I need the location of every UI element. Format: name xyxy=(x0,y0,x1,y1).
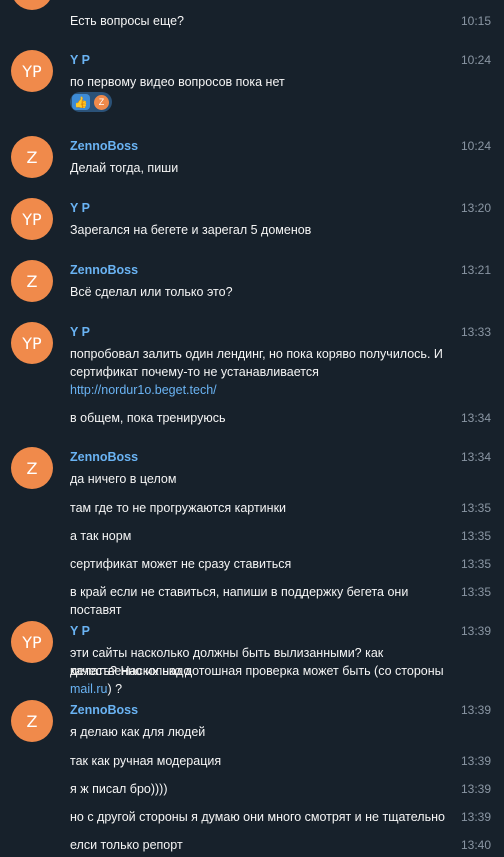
reaction-badge[interactable]: 👍 Z xyxy=(70,92,112,112)
avatar[interactable]: YP xyxy=(11,198,53,240)
message-time: 13:20 xyxy=(460,201,491,215)
message-text: там где то не прогружаются картинки xyxy=(70,501,287,515)
message-link[interactable]: http://nordur1o.beget.tech/ xyxy=(70,381,448,399)
message-time: 13:35 xyxy=(460,501,491,515)
avatar-partial[interactable] xyxy=(11,0,53,10)
sender-name[interactable]: ZennoBoss xyxy=(70,262,138,278)
avatar[interactable]: YP xyxy=(11,322,53,364)
message-text: Зарегался на бегете и зарегал 5 доменов xyxy=(70,223,312,237)
message-time: 13:35 xyxy=(460,557,491,571)
sender-name[interactable]: Y P xyxy=(70,324,90,340)
message-text: я ж писал бро)))) xyxy=(70,782,168,796)
message-time: 10:24 xyxy=(460,53,491,67)
reaction-avatar: Z xyxy=(94,94,109,110)
message-time: 13:34 xyxy=(460,411,491,425)
message-text: Делай тогда, пиши xyxy=(70,161,179,175)
message-time: 13:21 xyxy=(460,263,491,277)
message-text-part: делать? Насколько дотошная проверка може… xyxy=(70,664,444,678)
message-time: 13:39 xyxy=(460,754,491,768)
avatar[interactable]: Z xyxy=(11,136,53,178)
message-text: в общем, пока тренируюсь xyxy=(70,411,226,425)
message-text: а так норм xyxy=(70,529,132,543)
message-time: 13:39 xyxy=(460,782,491,796)
sender-name[interactable]: ZennoBoss xyxy=(70,702,138,718)
message-text: в край если не ставиться, напиши в подде… xyxy=(70,585,409,617)
message-time: 13:35 xyxy=(460,529,491,543)
message-text: сертификат может не сразу ставиться xyxy=(70,557,292,571)
avatar[interactable]: Z xyxy=(11,260,53,302)
message-time: 10:15 xyxy=(460,14,491,28)
avatar[interactable]: Z xyxy=(11,700,53,742)
message-time: 13:33 xyxy=(460,325,491,339)
sender-name[interactable]: ZennoBoss xyxy=(70,138,138,154)
message-text: Есть вопросы еще? xyxy=(70,14,184,28)
message-text: Всё сделал или только это? xyxy=(70,285,233,299)
avatar[interactable]: YP xyxy=(11,621,53,663)
message-time: 10:24 xyxy=(460,139,491,153)
sender-name[interactable]: Y P xyxy=(70,200,90,216)
message-time: 13:40 xyxy=(460,838,491,852)
avatar[interactable]: Z xyxy=(11,447,53,489)
avatar[interactable]: YP xyxy=(11,50,53,92)
message-time: 13:39 xyxy=(460,703,491,717)
message-link[interactable]: mail.ru xyxy=(70,682,108,696)
message-text: я делаю как для людей xyxy=(70,725,206,739)
message-time: 13:39 xyxy=(460,624,491,638)
message-text: так как ручная модерация xyxy=(70,754,222,768)
message-text: попробовал залить один лендинг, но пока … xyxy=(70,347,443,361)
message-time: 13:39 xyxy=(460,810,491,824)
thumbs-up-icon: 👍 xyxy=(72,94,90,110)
message-text-part: ) ? xyxy=(107,682,123,696)
chat-history: Есть вопросы еще? 10:15 YP Y P 10:24 по … xyxy=(0,0,504,857)
message-time: 13:35 xyxy=(460,585,491,599)
message-text: но с другой стороны я думаю они много см… xyxy=(70,810,445,824)
message-text: по первому видео вопросов пока нет xyxy=(70,75,285,89)
message-text: сертификат почему-то не устанавливается xyxy=(70,365,319,379)
message-text: да ничего в целом xyxy=(70,472,177,486)
message-time: 13:34 xyxy=(460,450,491,464)
sender-name[interactable]: ZennoBoss xyxy=(70,449,138,465)
message-text: делать? Насколько дотошная проверка може… xyxy=(70,662,448,698)
sender-name[interactable]: Y P xyxy=(70,623,90,639)
sender-name[interactable]: Y P xyxy=(70,52,90,68)
message-text: елси только репорт xyxy=(70,838,183,852)
